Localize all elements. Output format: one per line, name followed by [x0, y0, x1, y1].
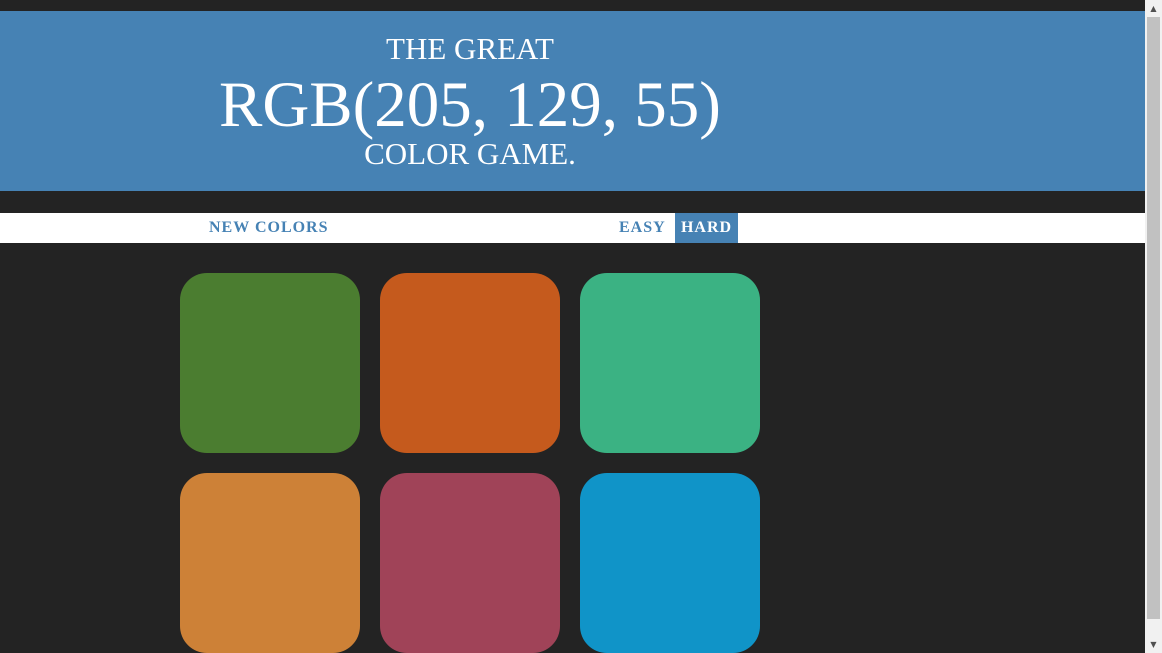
- easy-mode-button[interactable]: EASY: [612, 213, 673, 243]
- title-top: THE GREAT: [386, 31, 554, 66]
- top-strip: [0, 0, 1145, 11]
- page-viewport: THE GREAT RGB(205, 129, 55) COLOR GAME. …: [0, 0, 1145, 653]
- hard-mode-button[interactable]: HARD: [675, 213, 738, 243]
- chevron-down-icon[interactable]: ▼: [1145, 636, 1162, 653]
- new-colors-button[interactable]: NEW COLORS: [202, 213, 336, 243]
- color-square-2[interactable]: [380, 273, 560, 453]
- title-bottom: COLOR GAME.: [364, 136, 576, 171]
- header: THE GREAT RGB(205, 129, 55) COLOR GAME.: [0, 11, 1145, 191]
- scrollbar-thumb[interactable]: [1147, 17, 1160, 619]
- color-square-1[interactable]: [180, 273, 360, 453]
- vertical-scrollbar[interactable]: ▲ ▼: [1145, 0, 1162, 653]
- chevron-up-icon[interactable]: ▲: [1145, 0, 1162, 17]
- color-square-3[interactable]: [580, 273, 760, 453]
- color-display: RGB(205, 129, 55): [219, 69, 721, 141]
- control-stripe: NEW COLORS EASY HARD: [0, 213, 1145, 243]
- color-square-6[interactable]: [580, 473, 760, 653]
- color-square-5[interactable]: [380, 473, 560, 653]
- color-square-4[interactable]: [180, 473, 360, 653]
